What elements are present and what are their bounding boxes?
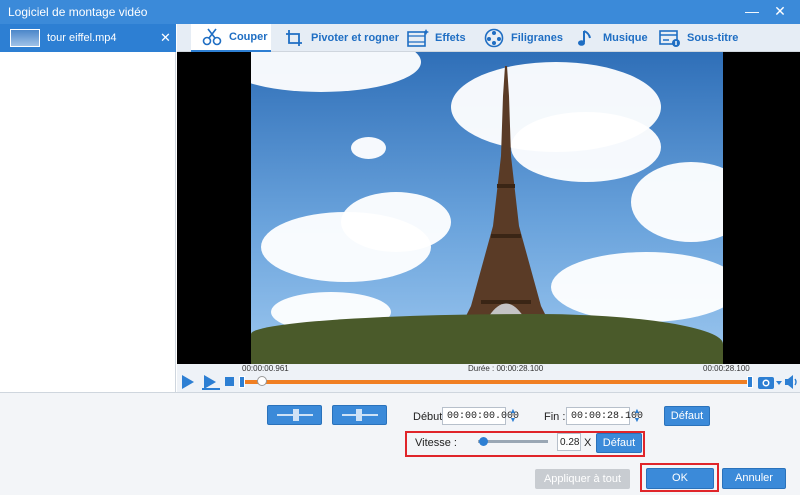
speed-unit: X	[584, 437, 592, 449]
end-time-field[interactable]: 00:00:28.100	[566, 407, 643, 425]
title-bar: Logiciel de montage vidéo — ✕	[0, 0, 800, 24]
volume-icon[interactable]	[784, 374, 798, 390]
start-time-label: 00:00:00.961	[242, 364, 289, 373]
tab-label: Effets	[435, 32, 466, 44]
tab-label: Filigranes	[511, 32, 563, 44]
watermark-icon	[484, 28, 504, 48]
speed-label: Vitesse :	[415, 437, 457, 449]
set-end-icon	[341, 409, 378, 421]
video-thumbnail	[10, 29, 40, 47]
play-icon[interactable]	[181, 374, 195, 390]
edit-tab-bar: Couper Pivoter et rogner Effets Filigran…	[177, 24, 800, 52]
snapshot-icon[interactable]	[757, 374, 783, 390]
duration-label: Durée : 00:00:28.100	[468, 364, 544, 373]
tab-couper[interactable]: Couper	[191, 24, 271, 52]
tab-musique[interactable]: Musique	[575, 24, 648, 52]
speed-slider-track[interactable]	[478, 440, 548, 443]
playhead-knob[interactable]	[257, 376, 267, 386]
tab-filigranes[interactable]: Filigranes	[483, 24, 563, 52]
tab-label: Sous-titre	[687, 32, 739, 44]
tab-pivoter-rogner[interactable]: Pivoter et rogner	[283, 24, 399, 52]
tab-label: Couper	[229, 31, 268, 43]
window-title: Logiciel de montage vidéo	[8, 5, 148, 19]
file-list-sidebar: tour eiffel.mp4 ✕	[0, 24, 176, 392]
scissors-icon	[202, 28, 222, 46]
speed-slider-thumb[interactable]	[479, 437, 488, 446]
set-end-button[interactable]	[332, 405, 387, 425]
ok-button[interactable]: OK	[646, 468, 714, 489]
end-label: Fin :	[544, 411, 566, 423]
apply-all-button[interactable]: Appliquer à tout	[535, 469, 630, 489]
start-time-spinner[interactable]: ▲ ▼	[508, 407, 518, 425]
end-time-label: 00:00:28.100	[703, 364, 750, 373]
trees-foreground	[251, 314, 723, 364]
close-button[interactable]: ✕	[766, 0, 794, 24]
trim-end-handle[interactable]	[747, 376, 753, 388]
speed-default-button[interactable]: Défaut	[596, 433, 642, 453]
cancel-button[interactable]: Annuler	[722, 468, 786, 489]
end-time-spinner[interactable]: ▲ ▼	[632, 407, 642, 425]
start-label: Début	[413, 411, 443, 423]
timeline-bar: 00:00:00.961 Durée : 00:00:28.100 00:00:…	[177, 364, 800, 392]
trim-default-button[interactable]: Défaut	[664, 406, 710, 426]
effects-icon	[407, 29, 429, 47]
subtitle-icon	[659, 30, 680, 47]
music-icon	[578, 30, 591, 46]
video-preview	[177, 52, 800, 364]
remove-file-icon[interactable]: ✕	[160, 30, 171, 46]
tab-label: Pivoter et rogner	[311, 32, 400, 44]
crop-icon	[286, 30, 302, 46]
file-item[interactable]: tour eiffel.mp4 ✕	[0, 24, 176, 52]
minimize-button[interactable]: —	[738, 0, 766, 24]
set-start-button[interactable]	[267, 405, 322, 425]
tab-effets[interactable]: Effets	[407, 24, 466, 52]
tab-sous-titre[interactable]: Sous-titre	[659, 24, 738, 52]
start-time-field[interactable]: 00:00:00.000	[442, 407, 519, 425]
speed-value-field[interactable]: 0.28	[557, 433, 581, 451]
file-name: tour eiffel.mp4	[47, 32, 117, 44]
play-selection-icon[interactable]	[201, 374, 221, 390]
set-start-icon	[276, 409, 313, 421]
timeline-track[interactable]	[242, 380, 752, 384]
trim-start-handle[interactable]	[239, 376, 245, 388]
video-frame	[251, 52, 723, 364]
stop-icon[interactable]	[225, 377, 234, 386]
tab-label: Musique	[603, 32, 648, 44]
